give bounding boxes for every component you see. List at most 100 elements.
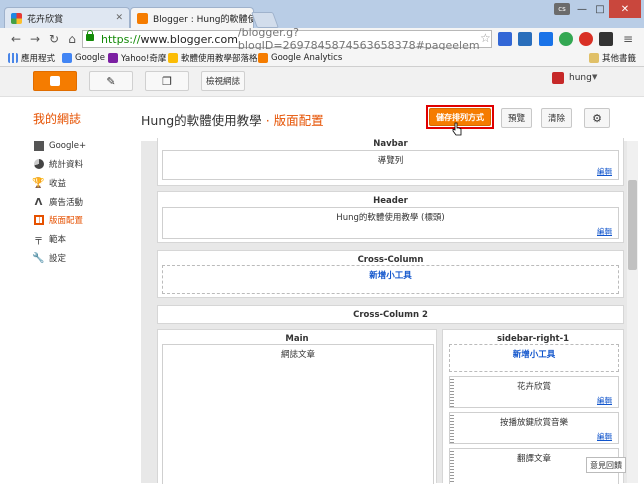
navbar-gadget[interactable]: 導覽列 編輯: [162, 150, 619, 180]
settings-button[interactable]: ⚙: [584, 108, 610, 128]
extension-icon[interactable]: [579, 32, 593, 46]
page-title: Hung的軟體使用教學 · 版面配置: [141, 110, 324, 129]
yahoo-icon: [108, 53, 118, 63]
bookmark-label: 應用程式: [21, 54, 56, 64]
blogger-logo-icon: [50, 76, 60, 86]
blogger-logo-button[interactable]: [33, 71, 77, 91]
back-icon[interactable]: ←: [8, 31, 24, 47]
add-gadget-link[interactable]: 新增小工具: [163, 269, 618, 281]
sidebar-item-label: 廣告活動: [49, 198, 84, 208]
google-plus-icon: [33, 141, 44, 152]
analytics-icon: [258, 53, 268, 63]
extension-icon[interactable]: [559, 32, 573, 46]
blog-title: Hung的軟體使用教學: [141, 113, 262, 128]
username[interactable]: hung: [569, 73, 592, 83]
gadget-name: 網誌文章: [280, 350, 315, 360]
gadget-name: 按播放鍵欣賞音樂: [499, 418, 568, 428]
reload-icon[interactable]: ↻: [46, 31, 62, 47]
extension-icon[interactable]: [599, 32, 613, 46]
apps-icon: [8, 53, 18, 63]
sidebar-gadget[interactable]: 花卉欣賞 編輯: [449, 376, 619, 408]
sidebar-item-layout[interactable]: 版面配置: [33, 213, 83, 227]
maximize-icon[interactable]: □: [591, 0, 609, 18]
lock-icon: [86, 30, 94, 41]
sidebar-item-campaigns[interactable]: Λ 廣告活動: [33, 195, 83, 209]
main-section: Main 網誌文章: [157, 329, 437, 484]
profile-badge[interactable]: cs: [554, 3, 570, 15]
sidebar-item-label: 版面配置: [49, 216, 84, 226]
bookmark-analytics[interactable]: Google Analytics: [258, 51, 342, 65]
sidebar-item-template[interactable]: ╤ 範本: [33, 232, 66, 246]
clear-button[interactable]: 清除: [541, 108, 572, 128]
edit-link[interactable]: 編輯: [597, 431, 612, 442]
stats-icon: [33, 159, 44, 170]
extension-icon[interactable]: [539, 32, 553, 46]
bookmark-blog[interactable]: 軟體使用教學部落格: [168, 51, 258, 65]
sidebar-item-settings[interactable]: 🔧 設定: [32, 251, 66, 265]
drag-handle[interactable]: [450, 413, 454, 443]
home-icon[interactable]: ⌂: [64, 31, 80, 47]
section-title: Navbar: [373, 139, 408, 149]
posts-list-button[interactable]: ❐: [145, 71, 189, 91]
tab-flowers[interactable]: 花卉欣賞 ✕: [4, 7, 130, 28]
forward-icon[interactable]: →: [27, 31, 43, 47]
section-title: Main: [285, 334, 309, 344]
layout-icon: [33, 215, 44, 226]
edit-link[interactable]: 編輯: [597, 226, 612, 237]
avatar[interactable]: [552, 72, 564, 84]
edit-link[interactable]: 編輯: [597, 395, 612, 406]
bookmark-label: Yahoo!奇摩: [121, 54, 167, 64]
bookmark-yahoo[interactable]: Yahoo!奇摩: [108, 51, 166, 65]
blog-posts-gadget[interactable]: 網誌文章: [162, 344, 434, 484]
sidebar-item-stats[interactable]: 統計資料: [33, 157, 83, 171]
header-gadget[interactable]: Hung的軟體使用教學 (標頭) 編輯: [162, 207, 619, 239]
extension-icon[interactable]: [518, 32, 532, 46]
close-window-icon[interactable]: ✕: [609, 0, 641, 18]
sidebar-item-label: 收益: [49, 179, 67, 189]
star-icon: [168, 53, 178, 63]
sidebar-item-earnings[interactable]: 🏆 收益: [32, 176, 67, 190]
feedback-button[interactable]: 意見回饋: [586, 457, 626, 473]
url-host: www.blogger.com: [140, 32, 238, 46]
bookmark-apps[interactable]: 應用程式: [8, 51, 55, 65]
header-section: Header Hung的軟體使用教學 (標頭) 編輯: [157, 191, 624, 243]
address-bar[interactable]: https://www.blogger.com/blogger.g?blogID…: [82, 26, 492, 52]
flower-favicon-icon: [11, 12, 22, 24]
adwords-icon: Λ: [34, 196, 43, 208]
preview-button[interactable]: 預覽: [501, 108, 532, 128]
chevron-down-icon[interactable]: ▼: [592, 73, 597, 81]
edit-link[interactable]: 編輯: [597, 166, 612, 177]
url-path: /blogger.g?blogID=2697845874563658378#pa…: [237, 26, 480, 52]
drag-handle[interactable]: [450, 449, 454, 484]
bookmark-star-icon[interactable]: ☆: [480, 31, 491, 45]
add-gadget-link[interactable]: 新增小工具: [450, 348, 618, 360]
bookmark-label: Google: [75, 53, 105, 63]
minimize-icon[interactable]: —: [573, 0, 591, 18]
sidebar-item-google-plus[interactable]: Google+: [33, 139, 86, 153]
page-name: 版面配置: [273, 113, 324, 128]
pages-icon: ❐: [162, 74, 172, 88]
add-gadget-area[interactable]: 新增小工具: [449, 344, 619, 372]
menu-icon[interactable]: ≡: [620, 31, 636, 47]
bookmark-google[interactable]: Google: [62, 51, 105, 65]
sidebar-item-label: Google+: [49, 141, 87, 151]
template-icon: ╤: [35, 233, 42, 245]
other-bookmarks[interactable]: 其他書籤: [589, 51, 636, 65]
add-gadget-area[interactable]: 新增小工具: [162, 265, 619, 294]
wrench-icon: 🔧: [32, 252, 45, 264]
tab-title: 花卉欣賞: [27, 14, 64, 25]
tab-blogger[interactable]: Blogger : Hung的軟體使 ✕: [130, 7, 254, 28]
new-post-button[interactable]: ✎: [89, 71, 133, 91]
view-blog-button[interactable]: 檢視網誌: [201, 71, 245, 91]
scrollbar-thumb[interactable]: [628, 180, 637, 270]
tab-title: Blogger : Hung的軟體使: [153, 14, 254, 25]
translate-extension-icon[interactable]: [498, 32, 512, 46]
title-separator: ·: [265, 113, 270, 128]
sidebar-gadget[interactable]: 按播放鍵欣賞音樂 編輯: [449, 412, 619, 444]
cross-column-section: Cross-Column 新增小工具: [157, 250, 624, 298]
my-blogs-link[interactable]: 我的網誌: [33, 110, 81, 127]
drag-handle[interactable]: [450, 377, 454, 407]
gadget-name: 花卉欣賞: [516, 382, 551, 392]
section-title: Cross-Column: [357, 255, 424, 265]
close-tab-icon[interactable]: ✕: [111, 13, 123, 23]
